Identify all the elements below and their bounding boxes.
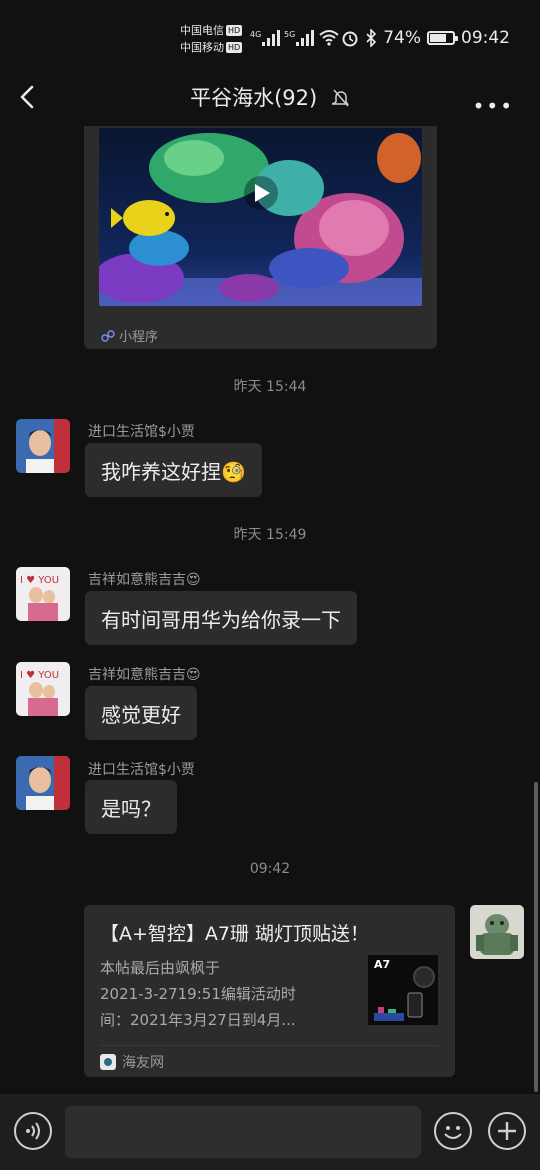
source-name: 海友网 bbox=[122, 1055, 164, 1071]
timestamp: 昨天 15:44 bbox=[233, 379, 307, 395]
hd-badge: HD bbox=[226, 25, 243, 36]
carrier-2: 中国移动 bbox=[180, 41, 224, 54]
sender-name: 进口生活馆$小贾 bbox=[88, 762, 195, 778]
link-source: 海友网 bbox=[100, 1052, 164, 1072]
emoji-icon bbox=[444, 1126, 462, 1139]
avatar-image bbox=[16, 419, 70, 473]
message-bubble[interactable]: 有时间哥用华为给你录一下 bbox=[85, 591, 357, 645]
signal-5g-icon: 5G bbox=[284, 30, 314, 46]
bluetooth-icon bbox=[366, 29, 377, 47]
chat-title: 平谷海水(92) bbox=[190, 86, 318, 110]
desc-line: 本帖最后由飒枫于 bbox=[100, 959, 221, 977]
mini-program-icon bbox=[101, 329, 115, 342]
status-bar: 中国电信 HD 中国移动 HD 4G 5G 74% 09:42 bbox=[0, 0, 540, 70]
link-card[interactable]: 【A+智控】A7珊 瑚灯顶贴送！ 本帖最后由飒枫于 2021-3-2719:51… bbox=[84, 905, 455, 1077]
battery-icon bbox=[427, 31, 458, 45]
video-thumbnail[interactable] bbox=[99, 128, 422, 306]
source-site-icon bbox=[100, 1054, 116, 1070]
divider bbox=[100, 1045, 439, 1046]
voice-button[interactable] bbox=[14, 1112, 52, 1150]
network-4g-label: 4G bbox=[250, 30, 261, 39]
mini-program-label: 小程序 bbox=[119, 330, 159, 345]
link-card-description: 本帖最后由飒枫于 2021-3-2719:51编辑活动时 间：2021年3月27… bbox=[100, 955, 336, 1033]
battery-percent: 74% bbox=[383, 28, 421, 48]
add-button[interactable] bbox=[488, 1112, 526, 1150]
message-bubble[interactable]: 我咋养这好捏🧐 bbox=[85, 443, 262, 497]
avatar-image bbox=[16, 756, 70, 810]
avatar-image: I ♥ YOU bbox=[16, 567, 70, 621]
svg-text:I ♥ YOU: I ♥ YOU bbox=[20, 575, 59, 586]
timestamp: 09:42 bbox=[249, 861, 291, 877]
mini-program-card[interactable]: 小程序 bbox=[84, 126, 437, 349]
avatar[interactable]: I ♥ YOU bbox=[16, 662, 70, 716]
avatar-image: I ♥ YOU bbox=[16, 662, 70, 716]
aquarium-image bbox=[99, 128, 422, 306]
carrier-info: 中国电信 HD 中国移动 HD bbox=[180, 22, 243, 56]
mute-bell-icon bbox=[331, 89, 349, 107]
message-input[interactable] bbox=[65, 1106, 421, 1158]
message-bubble[interactable]: 感觉更好 bbox=[85, 686, 197, 740]
timestamp: 昨天 15:49 bbox=[233, 527, 307, 543]
message-bubble[interactable]: 是吗？ bbox=[85, 780, 177, 834]
link-card-title: 【A+智控】A7珊 瑚灯顶贴送！ bbox=[100, 923, 370, 945]
sender-name: 吉祥如意熊吉吉😍 bbox=[88, 572, 201, 588]
scrollbar[interactable] bbox=[534, 782, 538, 1092]
status-right: 74% 09:42 bbox=[341, 28, 510, 48]
thumb-label: A7 bbox=[374, 958, 391, 971]
input-bar bbox=[0, 1094, 540, 1170]
avatar[interactable] bbox=[16, 756, 70, 810]
desc-line: 间：2021年3月27日到4月... bbox=[100, 1011, 296, 1029]
desc-line: 2021-3-2719:51编辑活动时 bbox=[100, 985, 296, 1003]
avatar-image bbox=[470, 905, 524, 959]
plus-icon bbox=[498, 1122, 516, 1140]
network-5g-label: 5G bbox=[284, 30, 295, 39]
chat-header: 平谷海水(92) ••• bbox=[0, 70, 540, 126]
hd-badge: HD bbox=[226, 42, 243, 53]
signal-4g-icon: 4G bbox=[250, 30, 280, 46]
voice-icon bbox=[26, 1122, 40, 1140]
link-card-thumbnail: A7 bbox=[368, 955, 438, 1025]
sender-name: 进口生活馆$小贾 bbox=[88, 424, 195, 440]
my-avatar[interactable] bbox=[470, 905, 524, 959]
clock: 09:42 bbox=[461, 28, 510, 48]
carrier-1: 中国电信 bbox=[180, 24, 224, 37]
avatar[interactable] bbox=[16, 419, 70, 473]
emoji-button[interactable] bbox=[434, 1112, 472, 1150]
chat-title-wrap: 平谷海水(92) bbox=[0, 82, 540, 112]
svg-text:I ♥ YOU: I ♥ YOU bbox=[20, 670, 59, 681]
sender-name: 吉祥如意熊吉吉😍 bbox=[88, 667, 201, 683]
avatar[interactable]: I ♥ YOU bbox=[16, 567, 70, 621]
alarm-icon bbox=[342, 31, 358, 47]
wifi-icon bbox=[319, 30, 339, 46]
more-options-button[interactable]: ••• bbox=[473, 94, 514, 118]
mini-program-footer: 小程序 bbox=[101, 326, 158, 345]
